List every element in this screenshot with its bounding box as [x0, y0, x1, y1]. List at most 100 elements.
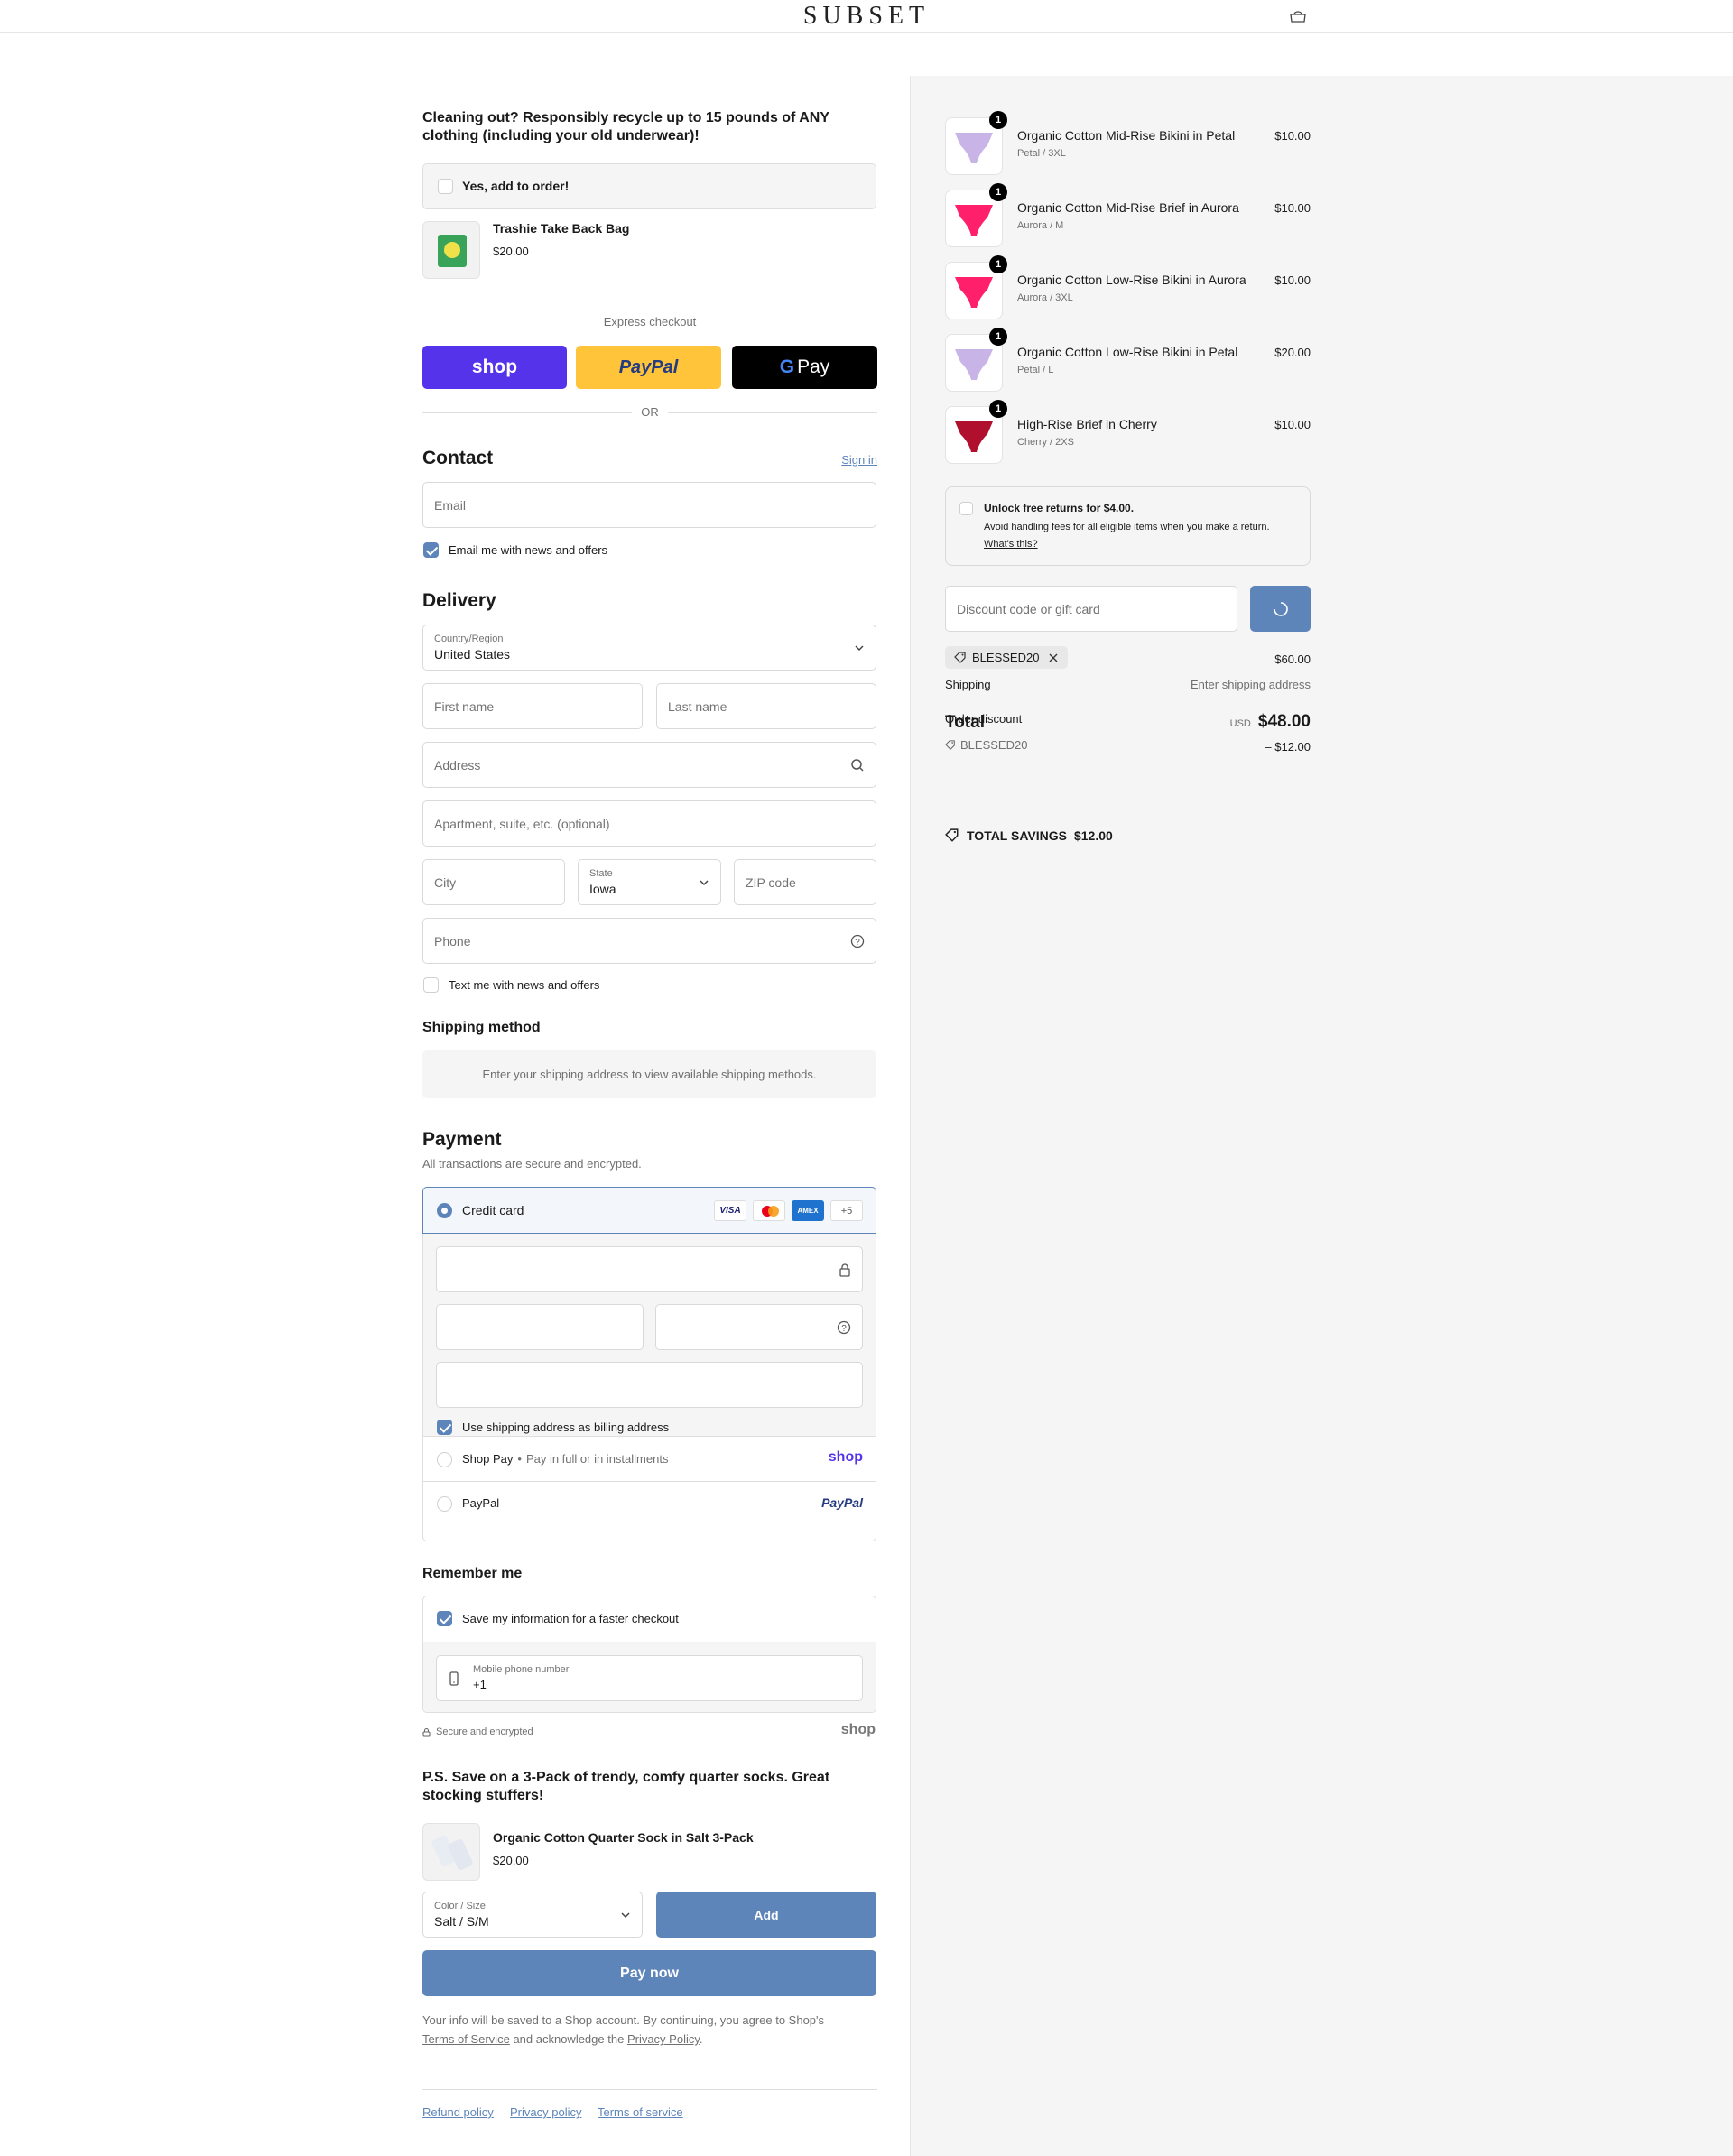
free-returns-box: Unlock free returns for $4.00. Avoid han… — [945, 486, 1311, 566]
quantity-badge: 1 — [989, 111, 1007, 129]
search-icon — [851, 758, 864, 772]
credit-card-option[interactable]: Credit card VISA AMEX +5 — [422, 1187, 876, 1234]
terms-of-service-link[interactable]: Terms of service — [598, 2105, 683, 2119]
shop-pay-express-button[interactable]: shop — [422, 346, 567, 389]
add-upsell-button[interactable]: Add — [656, 1892, 876, 1938]
recycle-add-checkbox[interactable] — [438, 179, 453, 194]
state-select[interactable]: State Iowa — [578, 859, 721, 905]
help-circle-icon[interactable]: ? — [837, 1320, 851, 1335]
city-field[interactable]: City — [422, 859, 565, 905]
item-variant: Petal / L — [1017, 365, 1054, 375]
tag-icon — [945, 828, 959, 842]
mobile-section: Mobile phone number +1 — [423, 1642, 876, 1712]
paypal-label: PayPal — [462, 1496, 500, 1510]
remember-me-box: Save my information for a faster checkou… — [422, 1596, 876, 1713]
cart-item: 1 High-Rise Brief in Cherry Cherry / 2XS $1… — [945, 400, 1311, 464]
total-amount: USD $48.00 — [1230, 712, 1311, 732]
paypal-option[interactable]: PayPal PayPal — [423, 1482, 876, 1527]
recycle-title: Cleaning out? Responsibly recycle up to … — [422, 110, 829, 143]
upsell-title: P.S. Save on a 3-Pack of trendy, comfy q… — [422, 1770, 830, 1803]
discount-code-label: BLESSED20 — [960, 738, 1028, 752]
chevron-down-icon — [700, 879, 709, 885]
paypal-express-button[interactable]: PayPal — [576, 346, 721, 389]
sock-pack-image — [422, 1823, 480, 1881]
trashie-product-name: Trashie Take Back Bag — [493, 221, 630, 236]
discount-code-placeholder: Discount code or gift card — [957, 601, 1100, 616]
shop-pay-radio[interactable] — [437, 1452, 452, 1467]
item-price: $10.00 — [1274, 129, 1311, 143]
security-code-field[interactable]: ? — [655, 1304, 863, 1350]
chevron-down-icon — [855, 644, 864, 651]
paypal-radio[interactable] — [437, 1496, 452, 1512]
refund-policy-link[interactable]: Refund policy — [422, 2105, 494, 2119]
chevron-down-icon — [621, 1911, 630, 1918]
phone-field[interactable]: Phone ? — [422, 918, 876, 964]
recycle-add-option[interactable]: Yes, add to order! — [422, 163, 876, 209]
payment-heading: Payment — [422, 1129, 502, 1150]
item-variant: Petal / 3XL — [1017, 148, 1066, 159]
apartment-field[interactable]: Apartment, suite, etc. (optional) — [422, 800, 876, 847]
free-returns-checkbox[interactable] — [959, 502, 973, 515]
express-checkout-label: Express checkout — [603, 315, 697, 328]
zip-field[interactable]: ZIP code — [734, 859, 876, 905]
cart-item: 1 Organic Cotton Low-Rise Bikini in Auror… — [945, 255, 1311, 319]
google-g-icon: G — [779, 356, 795, 377]
product-image: 1 — [945, 328, 1007, 392]
first-name-field[interactable]: First name — [422, 683, 643, 729]
free-returns-title: Unlock free returns for $4.00. — [984, 502, 1135, 514]
or-label: OR — [632, 405, 668, 419]
email-news-checkbox[interactable] — [423, 542, 439, 558]
item-price: $10.00 — [1274, 273, 1311, 287]
shop-pay-description: Pay in full or in installments — [525, 1452, 669, 1466]
total-value: $48.00 — [1257, 712, 1311, 731]
shipping-method-message: Enter your shipping address to view avai… — [422, 1050, 876, 1098]
subset-logo[interactable]: SUBSET — [0, 2, 1733, 31]
card-form: ? Use shipping address as billing addres… — [423, 1234, 876, 1437]
expiration-date-field[interactable] — [436, 1304, 644, 1350]
shipping-method-heading: Shipping method — [422, 1020, 541, 1035]
paypal-logo: PayPal — [821, 1495, 863, 1510]
shopping-bag-icon[interactable] — [1289, 10, 1307, 23]
text-news-checkbox[interactable] — [423, 977, 439, 993]
country-select[interactable]: Country/Region United States — [422, 625, 876, 671]
color-size-select[interactable]: Color / Size Salt / S/M — [422, 1892, 643, 1938]
shop-pay-label: Shop Pay — [462, 1452, 514, 1466]
credit-card-radio[interactable] — [437, 1203, 452, 1218]
tag-icon — [945, 739, 955, 750]
item-price: $10.00 — [1274, 418, 1311, 431]
billing-address-label: Use shipping address as billing address — [462, 1420, 670, 1434]
last-name-field[interactable]: Last name — [656, 683, 876, 729]
mastercard-icon — [753, 1200, 785, 1221]
billing-address-checkbox[interactable] — [437, 1420, 452, 1435]
apply-discount-button[interactable] — [1250, 586, 1311, 632]
help-circle-icon[interactable]: ? — [850, 934, 865, 948]
discount-code-field[interactable]: Discount code or gift card — [945, 586, 1237, 632]
name-on-card-field[interactable] — [436, 1362, 863, 1408]
mobile-phone-field[interactable]: Mobile phone number +1 — [436, 1655, 863, 1701]
shop-terms-link[interactable]: Terms of Service — [422, 2032, 510, 2046]
google-pay-express-button[interactable]: G Pay — [732, 346, 877, 389]
remember-me-heading: Remember me — [422, 1566, 523, 1581]
email-field[interactable]: Email — [422, 482, 876, 528]
pay-now-button[interactable]: Pay now — [422, 1950, 876, 1996]
discount-code-row: BLESSED20 — [945, 738, 1027, 752]
card-number-field[interactable] — [436, 1246, 863, 1292]
close-icon[interactable] — [1048, 652, 1059, 663]
applied-discount-code: BLESSED20 — [972, 651, 1040, 664]
sign-in-link[interactable]: Sign in — [841, 453, 877, 467]
address-field[interactable]: Address — [422, 742, 876, 788]
item-name: Organic Cotton Low-Rise Bikini in Aurora — [1017, 273, 1246, 287]
privacy-policy-link[interactable]: Privacy policy — [510, 2105, 581, 2119]
email-news-label: Email me with news and offers — [449, 543, 608, 557]
footer-divider — [422, 2089, 877, 2090]
shop-logo: shop — [840, 1722, 876, 1737]
text-news-label: Text me with news and offers — [449, 978, 600, 992]
whats-this-link[interactable]: What's this? — [984, 539, 1038, 550]
save-info-checkbox[interactable] — [437, 1611, 452, 1626]
shop-privacy-link[interactable]: Privacy Policy — [627, 2032, 700, 2046]
visa-icon: VISA — [714, 1200, 746, 1221]
shop-pay-option[interactable]: Shop Pay • Pay in full or in installments … — [423, 1437, 876, 1482]
mobile-phone-label: Mobile phone number — [473, 1664, 570, 1675]
cart-item: 1 Organic Cotton Mid-Rise Brief in Aurora… — [945, 183, 1311, 247]
item-price: $10.00 — [1274, 201, 1311, 215]
